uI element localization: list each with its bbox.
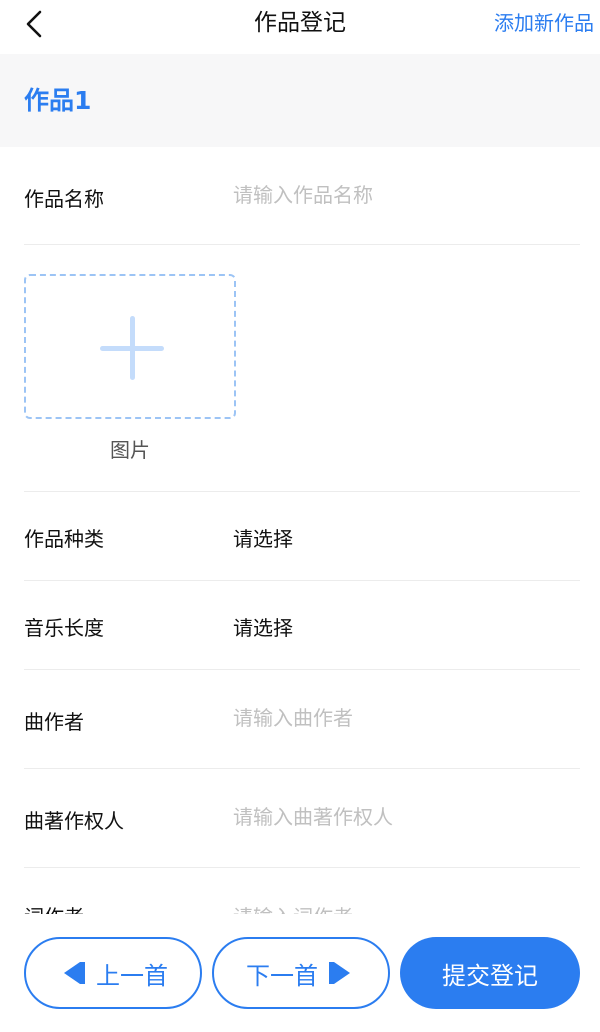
skip-next-icon (328, 960, 356, 986)
work-name-input[interactable] (233, 181, 573, 209)
next-song-label: 下一首 (246, 961, 318, 990)
composer-copyright-label: 曲著作权人 (24, 809, 124, 833)
work-type-label: 作品种类 (24, 527, 104, 551)
add-new-work-button[interactable]: 添加新作品 (494, 0, 594, 46)
work-name-label: 作品名称 (24, 187, 104, 211)
back-button[interactable] (14, 4, 54, 44)
nav-bar: 作品登记 添加新作品 (0, 0, 600, 50)
work-type-row[interactable]: 作品种类 请选择 (24, 492, 580, 581)
composer-label: 曲作者 (24, 710, 84, 734)
submit-registration-button[interactable]: 提交登记 (400, 937, 580, 1009)
music-length-select[interactable]: 请选择 (233, 612, 573, 641)
prev-song-label: 上一首 (96, 961, 168, 990)
music-length-row[interactable]: 音乐长度 请选择 (24, 581, 580, 670)
section-title: 作品1 (24, 86, 92, 115)
work-type-select[interactable]: 请选择 (233, 523, 573, 552)
next-song-button[interactable]: 下一首 (212, 937, 390, 1009)
lyricist-input[interactable]: 请输入词作者 (233, 901, 353, 914)
composer-copyright-input[interactable] (233, 803, 573, 831)
chevron-left-icon (25, 10, 43, 38)
section-header: 作品1 (0, 54, 600, 147)
composer-copyright-row: 曲著作权人 (24, 769, 580, 868)
composer-input[interactable] (233, 704, 573, 732)
footer-bar: 上一首 下一首 提交登记 (0, 914, 600, 1032)
image-row (24, 245, 580, 492)
lyricist-label: 词作者 (24, 901, 84, 914)
skip-previous-icon (58, 960, 86, 986)
prev-song-button[interactable]: 上一首 (24, 937, 202, 1009)
composer-row: 曲作者 (24, 670, 580, 769)
lyricist-row: 词作者 请输入词作者 (24, 898, 580, 914)
work-name-row: 作品名称 (24, 147, 580, 245)
music-length-label: 音乐长度 (24, 616, 104, 640)
